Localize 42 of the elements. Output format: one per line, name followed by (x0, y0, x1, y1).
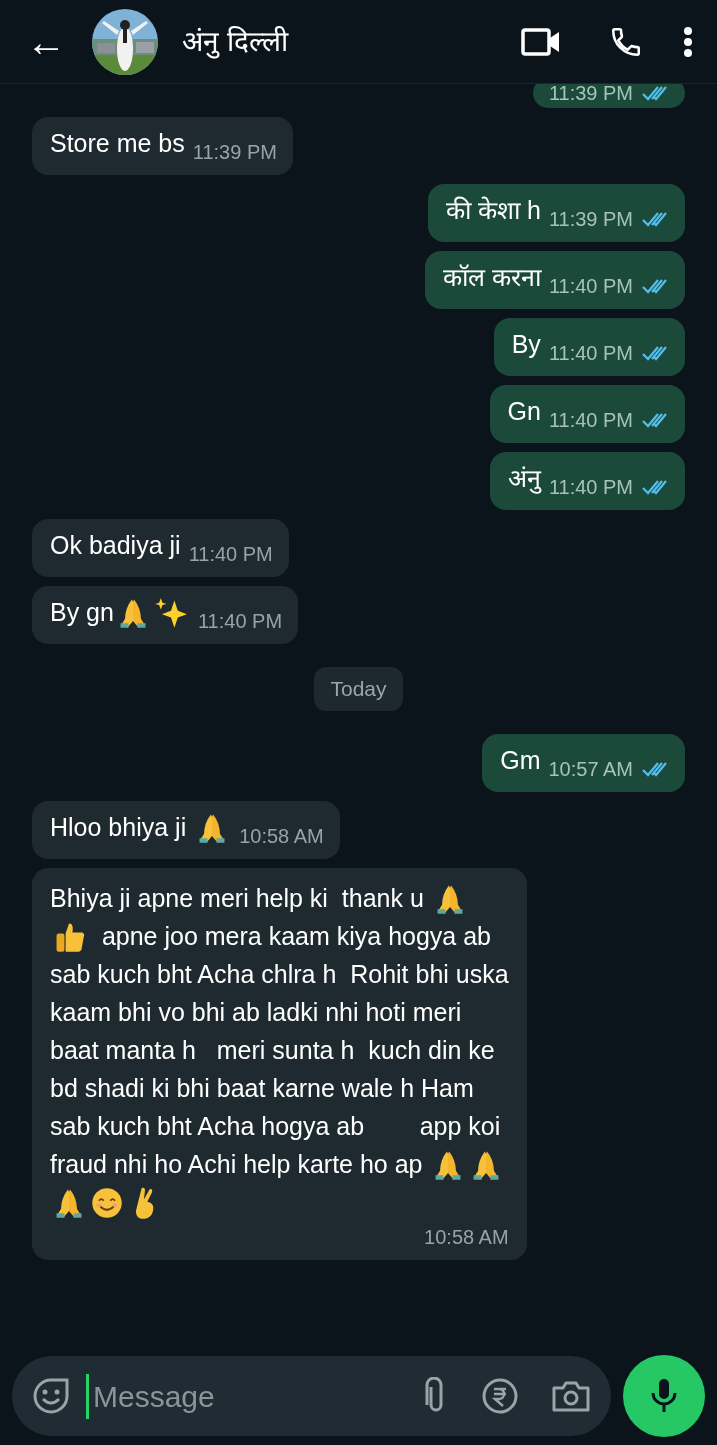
message-time: 11:39 PM (548, 84, 633, 106)
message-input[interactable]: Message (86, 1373, 366, 1419)
message-text: अंनु (507, 463, 541, 496)
message-text: bd shadi ki bhi baat karne wale h Ham (50, 1072, 474, 1104)
message-time: 11:39 PM (192, 140, 277, 165)
message-text: Ok badiya ji (50, 530, 181, 562)
message-text: Gn (507, 396, 541, 428)
message-text: kaam bhi vo bhi ab ladki nhi hoti meri (50, 996, 462, 1028)
date-divider: Today (314, 667, 403, 711)
message-text: baat manta h meri sunta h kuch din ke (50, 1034, 495, 1066)
message-text: sab kuch bht Acha hogya ab app koi (50, 1110, 501, 1142)
contact-name[interactable]: अंनु दिल्ली (182, 20, 521, 63)
message-text: sab kuch bht Acha chlra h Rohit bhi uska (50, 958, 509, 990)
message-text: fraud nhi ho Achi help karte ho ap (50, 1148, 424, 1180)
message-time: 11:40 PM (548, 475, 633, 500)
message-text: की केशा h (446, 195, 541, 227)
camera-icon[interactable] (551, 1379, 591, 1413)
message-time: 10:58 AM (239, 823, 324, 849)
smiling-emoji-icon (90, 1185, 124, 1220)
message-time: 11:40 PM (548, 408, 633, 433)
message-time: 11:40 PM (188, 542, 273, 567)
message-time: 11:40 PM (548, 341, 633, 366)
more-options-icon[interactable] (683, 25, 693, 58)
message-time: 11:40 PM (548, 274, 633, 299)
message-time: 10:57 AM (548, 756, 633, 782)
message-time: 11:39 PM (548, 207, 633, 232)
rupee-icon[interactable] (481, 1377, 519, 1415)
message-text: कॉल करना (442, 262, 541, 294)
message-text: Bhiya ji apne meri help ki thank u (50, 882, 425, 914)
message-time: 11:40 PM (197, 609, 283, 634)
message-text: By gn (50, 597, 114, 629)
message-text: apne joo mera kaam kiya hogya ab (100, 920, 491, 952)
message-text: Gm (500, 744, 541, 776)
sticker-icon[interactable] (32, 1377, 70, 1415)
back-button[interactable]: ← (24, 21, 68, 62)
message-text: By (511, 329, 541, 361)
video-call-icon[interactable] (521, 26, 561, 57)
message-time: 10:58 AM (424, 1224, 509, 1250)
message-text: Hloo bhiya ji (50, 811, 188, 843)
microphone-icon (650, 1377, 678, 1415)
message-text: Store me bs (50, 128, 185, 160)
message-field[interactable]: Message (12, 1356, 611, 1436)
